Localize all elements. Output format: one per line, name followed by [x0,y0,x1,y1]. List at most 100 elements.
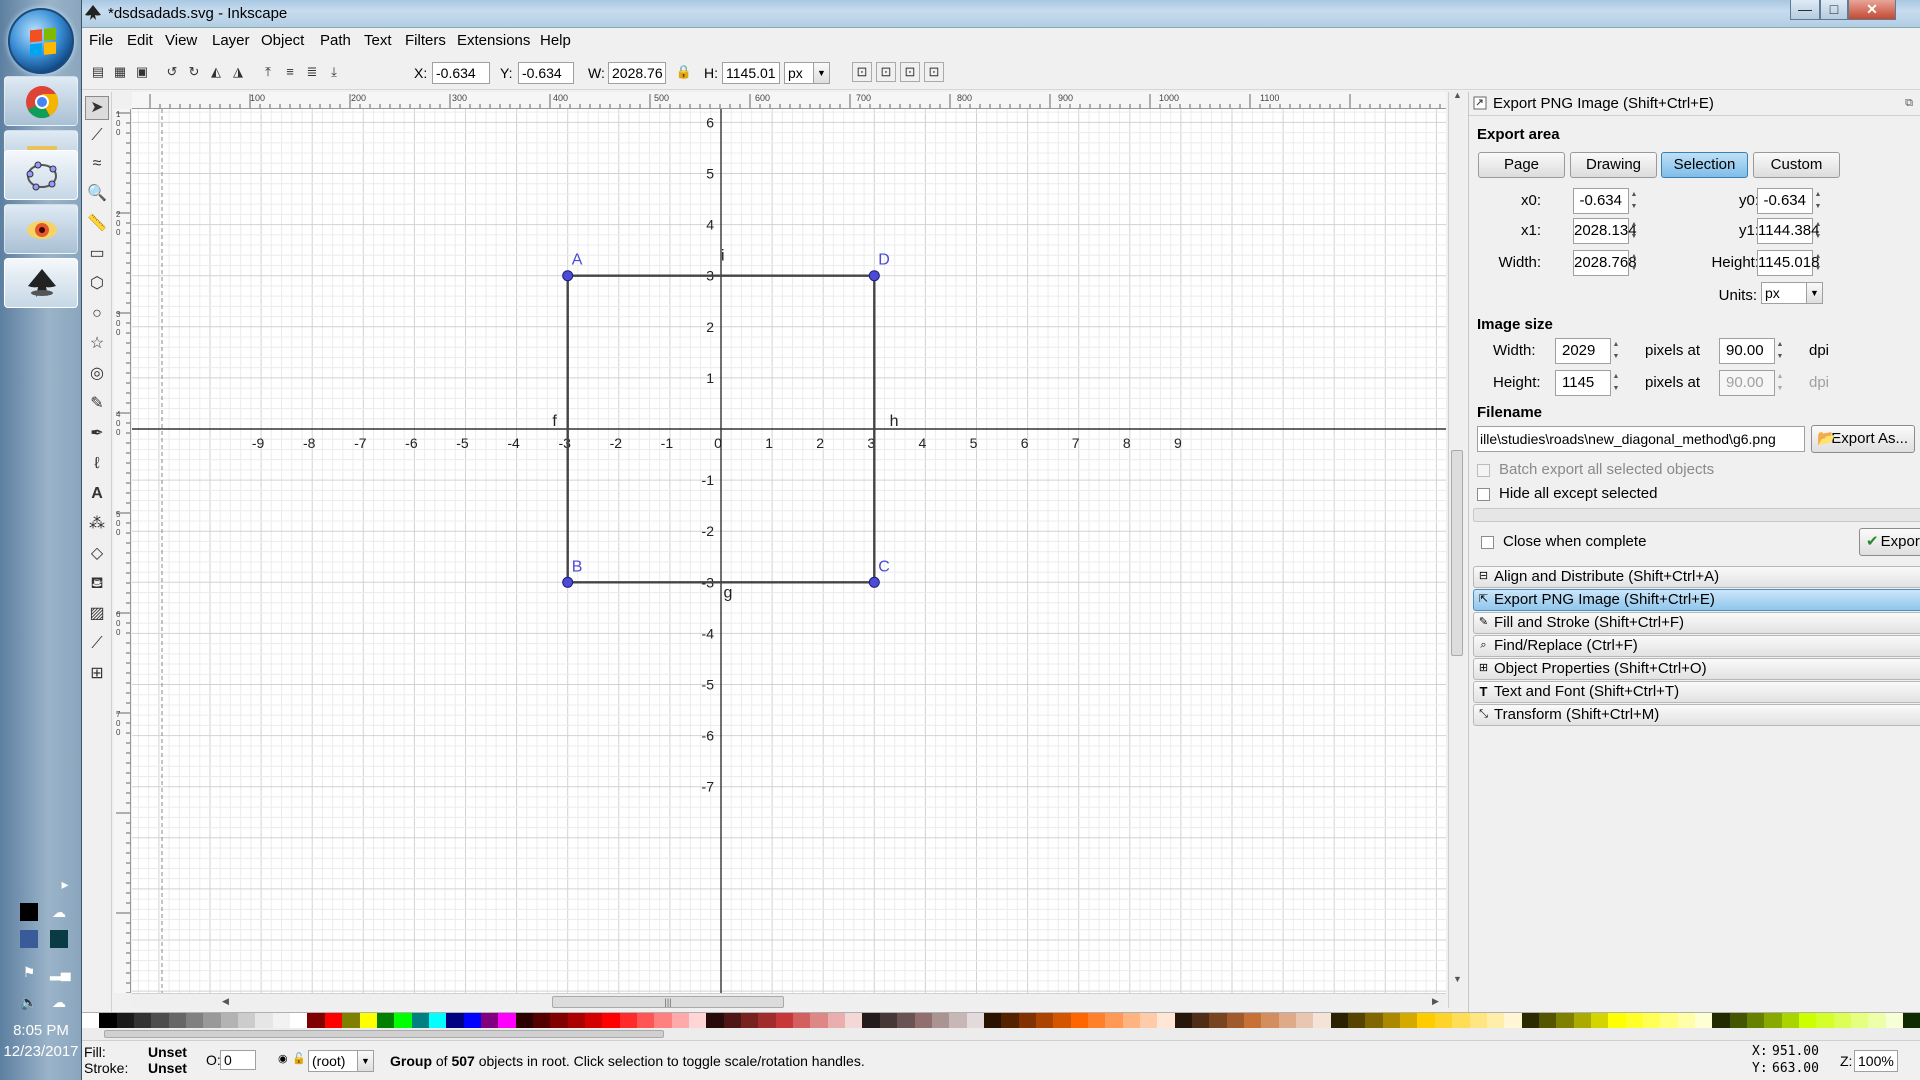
color-swatch[interactable] [1296,1013,1314,1028]
flip-vertical-icon[interactable]: ◮ [228,62,248,82]
color-swatch[interactable] [1486,1013,1505,1028]
color-swatch[interactable] [1816,1013,1834,1028]
area-page-button[interactable]: Page [1478,152,1565,178]
flip-horizontal-icon[interactable]: ◭ [206,62,226,82]
tray-app2-icon[interactable] [20,930,38,948]
close-when-complete-checkbox[interactable] [1481,536,1494,549]
color-swatch[interactable] [1694,1013,1713,1028]
units-select[interactable]: px ▼ [1761,282,1823,304]
opacity-input[interactable]: 0 [220,1050,256,1070]
color-swatch[interactable] [1799,1013,1817,1028]
h-input[interactable]: 1145.01 [722,62,780,84]
color-swatch[interactable] [168,1013,187,1028]
x1-input[interactable]: 2028.134 [1573,218,1637,244]
color-swatch[interactable] [99,1013,117,1028]
spray-tool-icon[interactable]: ⁂ [85,512,109,536]
color-swatch[interactable] [602,1013,620,1028]
img-width-spin-icon[interactable]: ▲ ▼ [1611,339,1621,363]
scroll-left-icon[interactable]: ◀ [222,996,229,1007]
zoom-input[interactable]: 100% [1854,1050,1898,1072]
menu-file[interactable]: File [89,32,113,49]
color-swatch[interactable] [671,1013,690,1028]
color-swatch[interactable] [1642,1013,1661,1028]
close-button[interactable]: ✕ [1848,0,1896,20]
color-swatch[interactable] [1192,1013,1210,1028]
color-swatch[interactable] [1781,1013,1800,1028]
color-swatch[interactable] [1122,1013,1140,1028]
color-swatch[interactable] [1330,1013,1349,1028]
color-swatch[interactable] [1382,1013,1401,1028]
pencil-tool-icon[interactable]: ✎ [85,392,109,416]
color-swatch[interactable] [775,1013,794,1028]
vertical-scrollbar[interactable]: ▲ ▼ [1448,90,1464,1008]
dropper-tool-icon[interactable]: ⟋ [85,632,109,656]
menu-path[interactable]: Path [320,32,351,49]
select-all-icon[interactable]: ▤ [88,62,108,82]
menu-help[interactable]: Help [540,32,571,49]
color-swatch[interactable] [1764,1013,1782,1028]
star-tool-icon[interactable]: ☆ [85,332,109,356]
gradient-tool-icon[interactable]: ▨ [85,602,109,626]
color-swatch[interactable] [238,1013,256,1028]
color-swatch[interactable] [324,1013,343,1028]
color-swatch[interactable] [706,1013,724,1028]
taskbar-inkscape[interactable] [4,258,78,308]
color-swatch[interactable] [428,1013,447,1028]
color-swatch[interactable] [1278,1013,1297,1028]
horizontal-ruler[interactable]: 100 200 300 400 500 600 700 800 900 1000 1100 [132,92,1446,109]
hide-all-checkbox[interactable] [1477,488,1490,501]
export-as-button[interactable]: 📂 Export As... [1811,425,1915,453]
text-tool-icon[interactable]: A [85,482,109,506]
color-swatch[interactable] [879,1013,898,1028]
color-swatch[interactable] [741,1013,759,1028]
spiral-tool-icon[interactable]: ◎ [85,362,109,386]
menu-filters[interactable]: Filters [405,32,446,49]
color-swatch[interactable] [931,1013,950,1028]
maximize-button[interactable]: □ [1820,0,1848,20]
network-icon[interactable]: ▂▄ [50,963,71,981]
color-swatch[interactable] [186,1013,204,1028]
color-swatch[interactable] [1903,1013,1920,1028]
y1-spin-icon[interactable]: ▲ ▼ [1813,219,1823,243]
minimize-button[interactable]: — [1790,0,1820,20]
connector-tool-icon[interactable]: ⊞ [85,662,109,686]
zoom-tool-icon[interactable]: 🔍 [85,182,109,206]
width-spin-icon[interactable]: ▲ ▼ [1629,251,1639,275]
color-swatch[interactable] [1677,1013,1695,1028]
color-swatch[interactable] [723,1013,742,1028]
scroll-down-icon[interactable]: ▼ [1453,974,1462,984]
color-swatch[interactable] [1747,1013,1765,1028]
color-swatch[interactable] [1348,1013,1366,1028]
point-c[interactable] [868,576,880,588]
point-a[interactable] [562,270,574,282]
ellipse-tool-icon[interactable]: ○ [85,302,109,326]
color-swatch[interactable] [1452,1013,1470,1028]
tray-expand-icon[interactable]: ▸ [56,875,74,893]
start-button[interactable] [8,8,74,74]
color-swatch[interactable] [359,1013,377,1028]
menu-object[interactable]: Object [261,32,304,49]
color-swatch[interactable] [584,1013,603,1028]
color-swatch[interactable] [307,1013,325,1028]
deselect-icon[interactable]: ▣ [132,62,152,82]
color-swatch[interactable] [1417,1013,1435,1028]
y0-input[interactable]: -0.634 [1757,188,1813,214]
color-swatch[interactable] [272,1013,291,1028]
area-custom-button[interactable]: Custom [1753,152,1840,178]
img-height-input[interactable]: 1145 [1555,370,1611,396]
color-swatch[interactable] [463,1013,481,1028]
color-swatch[interactable] [810,1013,828,1028]
node-tool-icon[interactable]: ⟋ [85,124,109,148]
color-swatch[interactable] [134,1013,152,1028]
paint-bucket-tool-icon[interactable]: ⛾ [85,572,109,596]
panel-text-font[interactable]: TText and Font (Shift+Ctrl+T)▲ [1473,681,1920,703]
move-patterns-icon[interactable]: ⊡ [924,62,944,82]
width-input[interactable]: 2028.768 [1573,250,1637,276]
scroll-up-icon[interactable]: ▲ [1453,90,1462,100]
color-swatch[interactable] [151,1013,169,1028]
layer-visibility-icon[interactable]: ◉ [278,1052,288,1065]
raise-to-top-icon[interactable]: ⤒ [258,62,278,82]
y-input[interactable]: -0.634 [518,62,574,84]
layer-lock-icon[interactable]: 🔓 [292,1052,306,1065]
color-palette[interactable] [82,1012,1920,1028]
